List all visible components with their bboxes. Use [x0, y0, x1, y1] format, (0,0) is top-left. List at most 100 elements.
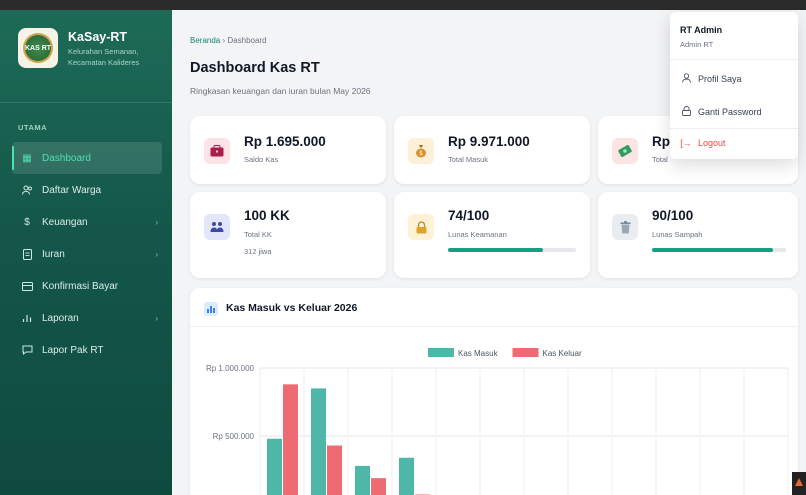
corner-app-icon: [792, 472, 806, 495]
bar-chart-icon: [204, 302, 218, 316]
legend-swatch: [428, 348, 454, 357]
y-tick-label: Rp 1.000.000: [206, 364, 255, 373]
bar-chart-icon: [18, 313, 36, 323]
bar-kas-keluar: [283, 384, 298, 495]
stat-value: Rp: [652, 134, 670, 149]
stat-label: Total: [652, 155, 668, 164]
user-menu-logout[interactable]: [→ Logout: [680, 138, 726, 148]
progress-bar-sampah: [652, 248, 786, 252]
sidebar-item-lapor-pak-rt[interactable]: Lapor Pak RT: [12, 334, 162, 366]
stat-card-saldo-kas: Rp 1.695.000 Saldo Kas: [190, 116, 386, 184]
sidebar-item-konfirmasi-bayar[interactable]: Konfirmasi Bayar: [12, 270, 162, 302]
brand-logo-emblem: KAS RT: [23, 33, 53, 63]
user-menu-role: Admin RT: [680, 40, 714, 49]
stat-label: Total KK: [244, 230, 272, 239]
bar-kas-keluar: [327, 445, 342, 495]
user-menu-divider: [670, 59, 798, 60]
sidebar-item-label: Keuangan: [42, 216, 88, 228]
family-icon: [204, 214, 230, 240]
sidebar-item-label: Dashboard: [42, 152, 91, 164]
chevron-right-icon: ›: [155, 313, 158, 323]
page-subtitle: Ringkasan keuangan dan iuran bulan May 2…: [190, 86, 371, 96]
sidebar-item-laporan[interactable]: Laporan ›: [12, 302, 162, 334]
stat-card-lunas-sampah: 90/100 Lunas Sampah: [598, 192, 798, 278]
sidebar-section-label: UTAMA: [18, 123, 48, 132]
lock-icon: [408, 214, 434, 240]
users-icon: [18, 185, 36, 195]
stat-label: Total Masuk: [448, 155, 489, 164]
chevron-right-icon: ›: [155, 249, 158, 259]
user-menu-item-label: Profil Saya: [698, 74, 742, 84]
user-menu-profil[interactable]: Profil Saya: [680, 73, 742, 85]
legend-label: Kas Masuk: [458, 349, 499, 358]
stat-label: Lunas Keamanan: [448, 230, 507, 239]
user-menu-name: RT Admin: [680, 25, 723, 35]
sidebar-item-keuangan[interactable]: $ Keuangan ›: [12, 206, 162, 238]
sidebar-item-label: Lapor Pak RT: [42, 344, 104, 356]
progress-fill: [448, 248, 543, 252]
sidebar-item-dashboard[interactable]: ▦ Dashboard: [12, 142, 162, 174]
wallet-icon: [204, 138, 230, 164]
page-title: Dashboard Kas RT: [190, 60, 320, 76]
brand[interactable]: KAS RT KaSay-RT Kelurahan Semanan, Kecam…: [18, 28, 139, 68]
bar-kas-masuk: [267, 438, 282, 495]
user-menu-dropdown: RT Admin Admin RT Profil Saya Ganti Pass…: [670, 12, 798, 159]
receipt-icon: [18, 248, 36, 260]
user-menu-item-label: Ganti Password: [698, 107, 762, 117]
sidebar-divider: [0, 102, 172, 103]
breadcrumb-home-link[interactable]: Beranda: [190, 36, 220, 45]
progress-fill: [652, 248, 773, 252]
breadcrumb-current: Dashboard: [227, 36, 267, 45]
sidebar-item-label: Iuran: [42, 248, 65, 260]
stat-label: Saldo Kas: [244, 155, 279, 164]
money-bag-icon: $: [408, 138, 434, 164]
chart-divider: [190, 326, 798, 327]
stat-value: 100 KK: [244, 208, 290, 223]
cash-icon: [612, 138, 638, 164]
user-menu-ganti-password[interactable]: Ganti Password: [680, 106, 762, 118]
trash-icon: [612, 214, 638, 240]
chevron-right-icon: ›: [155, 217, 158, 227]
user-icon: [680, 73, 692, 85]
breadcrumb: Beranda › Dashboard: [190, 36, 267, 45]
progress-bar-keamanan: [448, 248, 576, 252]
stat-card-lunas-keamanan: 74/100 Lunas Keamanan: [394, 192, 590, 278]
bar-kas-masuk: [399, 457, 414, 495]
card-icon: [18, 281, 36, 291]
lock-icon: [680, 106, 692, 118]
breadcrumb-separator: ›: [222, 36, 226, 45]
stat-value: Rp 9.971.000: [448, 134, 530, 149]
sidebar-item-label: Laporan: [42, 312, 79, 324]
legend-label: Kas Keluar: [543, 349, 582, 358]
bar-kas-masuk: [355, 465, 370, 495]
svg-text:$: $: [419, 150, 423, 157]
logout-icon: [→: [680, 138, 692, 148]
y-tick-label: Rp 500.000: [213, 432, 255, 441]
bar-kas-masuk: [311, 388, 326, 495]
stat-card-total-kk: 100 KK Total KK 312 jiwa: [190, 192, 386, 278]
stat-value: 90/100: [652, 208, 694, 223]
brand-sub-2: Kecamatan Kalideres: [68, 58, 140, 67]
user-menu-item-label: Logout: [698, 138, 726, 148]
sidebar-item-daftar-warga[interactable]: Daftar Warga: [12, 174, 162, 206]
legend-swatch: [512, 348, 539, 357]
sidebar-item-label: Konfirmasi Bayar: [42, 280, 119, 292]
brand-logo: KAS RT: [18, 28, 58, 68]
browser-top-strip: [0, 0, 806, 10]
dollar-icon: $: [24, 216, 30, 228]
stat-label: Lunas Sampah: [652, 230, 703, 239]
sidebar-menu: ▦ Dashboard Daftar Warga $ Keuangan › Iu…: [12, 142, 162, 366]
chart-title: Kas Masuk vs Keluar 2026: [226, 302, 358, 314]
bar-kas-keluar: [371, 478, 386, 495]
brand-name: KaSay-RT: [68, 30, 128, 44]
grid-icon: ▦: [22, 152, 32, 164]
sidebar: KAS RT KaSay-RT Kelurahan Semanan, Kecam…: [0, 10, 172, 495]
chart-card: Kas Masuk vs Keluar 2026 Rp 0Rp 500.000R…: [190, 288, 798, 495]
brand-sub-1: Kelurahan Semanan,: [68, 47, 139, 56]
stat-extra: 312 jiwa: [244, 247, 272, 256]
chart-plot: Rp 0Rp 500.000Rp 1.000.000JanFebMarAprMe…: [206, 348, 789, 495]
user-menu-divider: [670, 128, 798, 129]
message-icon: [18, 345, 36, 355]
stat-card-total-masuk: $ Rp 9.971.000 Total Masuk: [394, 116, 590, 184]
sidebar-item-iuran[interactable]: Iuran ›: [12, 238, 162, 270]
